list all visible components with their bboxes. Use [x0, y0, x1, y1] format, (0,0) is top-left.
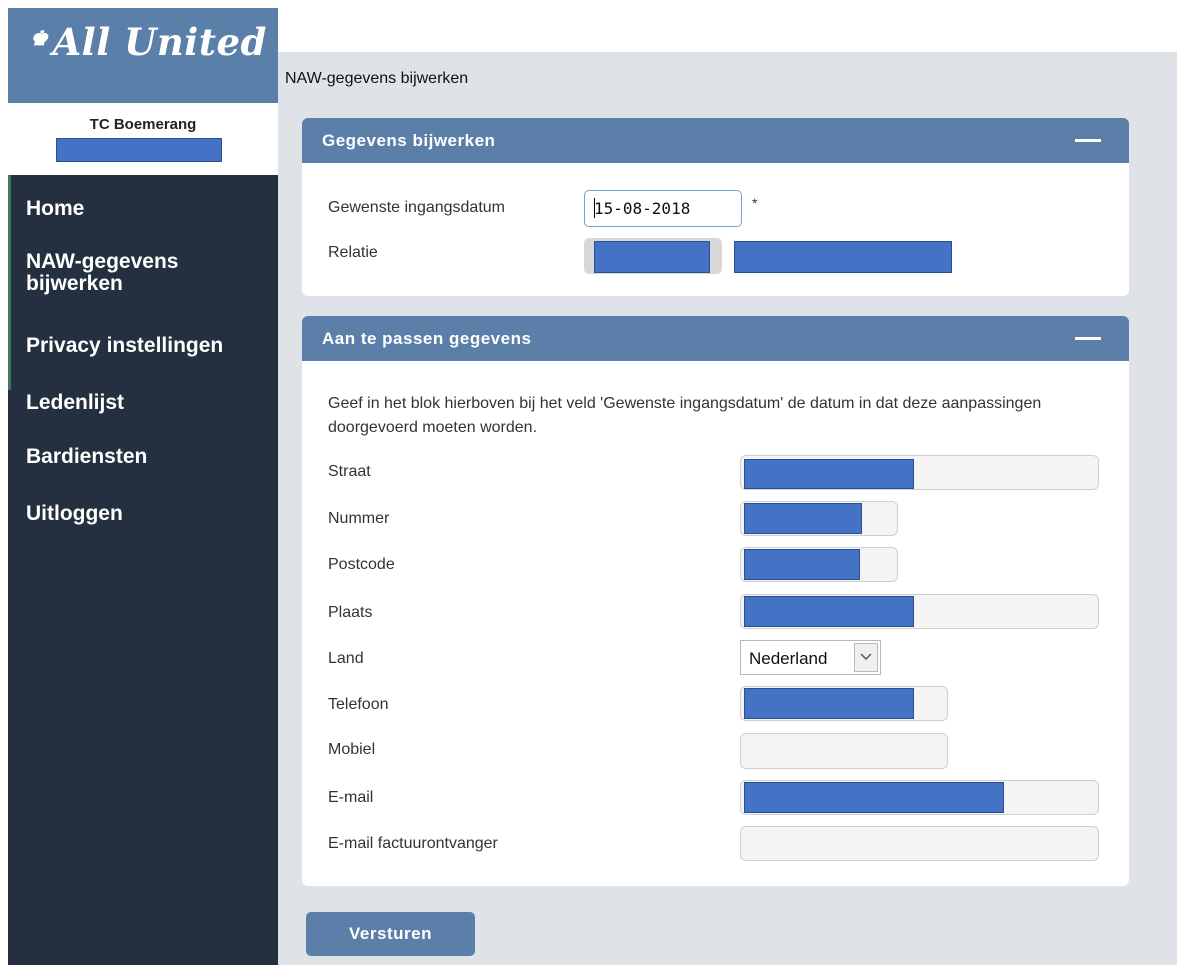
sidebar-item-uitloggen[interactable]: Uitloggen	[26, 503, 123, 525]
email-value-redacted	[744, 782, 1004, 813]
land-select[interactable]: Nederland	[740, 640, 881, 675]
email-factuur-input[interactable]	[740, 826, 1099, 861]
panel-title: Gegevens bijwerken	[322, 131, 496, 150]
sidebar-item-bardiensten[interactable]: Bardiensten	[26, 446, 147, 468]
ingangsdatum-input[interactable]: 15-08-2018	[584, 190, 742, 227]
nummer-label: Nummer	[328, 510, 390, 527]
text-caret	[594, 198, 595, 218]
plaats-label: Plaats	[328, 604, 373, 621]
mobiel-input[interactable]	[740, 733, 948, 769]
date-label: Gewenste ingangsdatum	[328, 199, 505, 216]
land-selected-value: Nederland	[749, 649, 828, 668]
postcode-value-redacted	[744, 549, 860, 580]
intro-text: Geef in het blok hierboven bij het veld …	[328, 395, 1042, 436]
relatie-number-redacted	[594, 241, 710, 273]
sidebar-item-naw-gegevens[interactable]: NAW-gegevens bijwerken	[26, 251, 178, 295]
straat-value-redacted	[744, 459, 914, 489]
logo-text: All United	[52, 20, 267, 64]
chevron-down-icon[interactable]	[854, 643, 878, 672]
relatie-name-redacted	[734, 241, 952, 273]
all-united-logo[interactable]: ♚ All United	[30, 20, 267, 64]
panel-header: Gegevens bijwerken	[302, 118, 1129, 163]
user-name-redacted	[56, 138, 222, 162]
sidebar-item-privacy[interactable]: Privacy instellingen	[26, 335, 223, 357]
telefoon-value-redacted	[744, 688, 914, 719]
plaats-value-redacted	[744, 596, 914, 627]
email-label: E-mail	[328, 789, 374, 806]
mobiel-label: Mobiel	[328, 741, 376, 758]
straat-label: Straat	[328, 463, 371, 480]
versturen-button[interactable]: Versturen	[306, 912, 475, 956]
nummer-value-redacted	[744, 503, 862, 534]
postcode-label: Postcode	[328, 556, 395, 573]
page-title: NAW-gegevens bijwerken	[285, 70, 469, 87]
panel-title: Aan te passen gegevens	[322, 329, 532, 348]
relatie-label: Relatie	[328, 244, 378, 261]
collapse-icon[interactable]	[1075, 337, 1101, 340]
land-label: Land	[328, 650, 364, 667]
email-factuur-label: E-mail factuurontvanger	[328, 835, 498, 852]
collapse-icon[interactable]	[1075, 139, 1101, 142]
club-name: TC Boemerang	[89, 116, 197, 133]
sidebar-item-ledenlijst[interactable]: Ledenlijst	[26, 392, 124, 414]
sidebar-item-home[interactable]: Home	[26, 198, 84, 220]
nav-accent-bar	[8, 175, 11, 390]
panel-header: Aan te passen gegevens	[302, 316, 1129, 361]
required-marker: *	[752, 195, 758, 211]
telefoon-label: Telefoon	[328, 696, 389, 713]
crown-icon: ♚	[30, 26, 49, 50]
